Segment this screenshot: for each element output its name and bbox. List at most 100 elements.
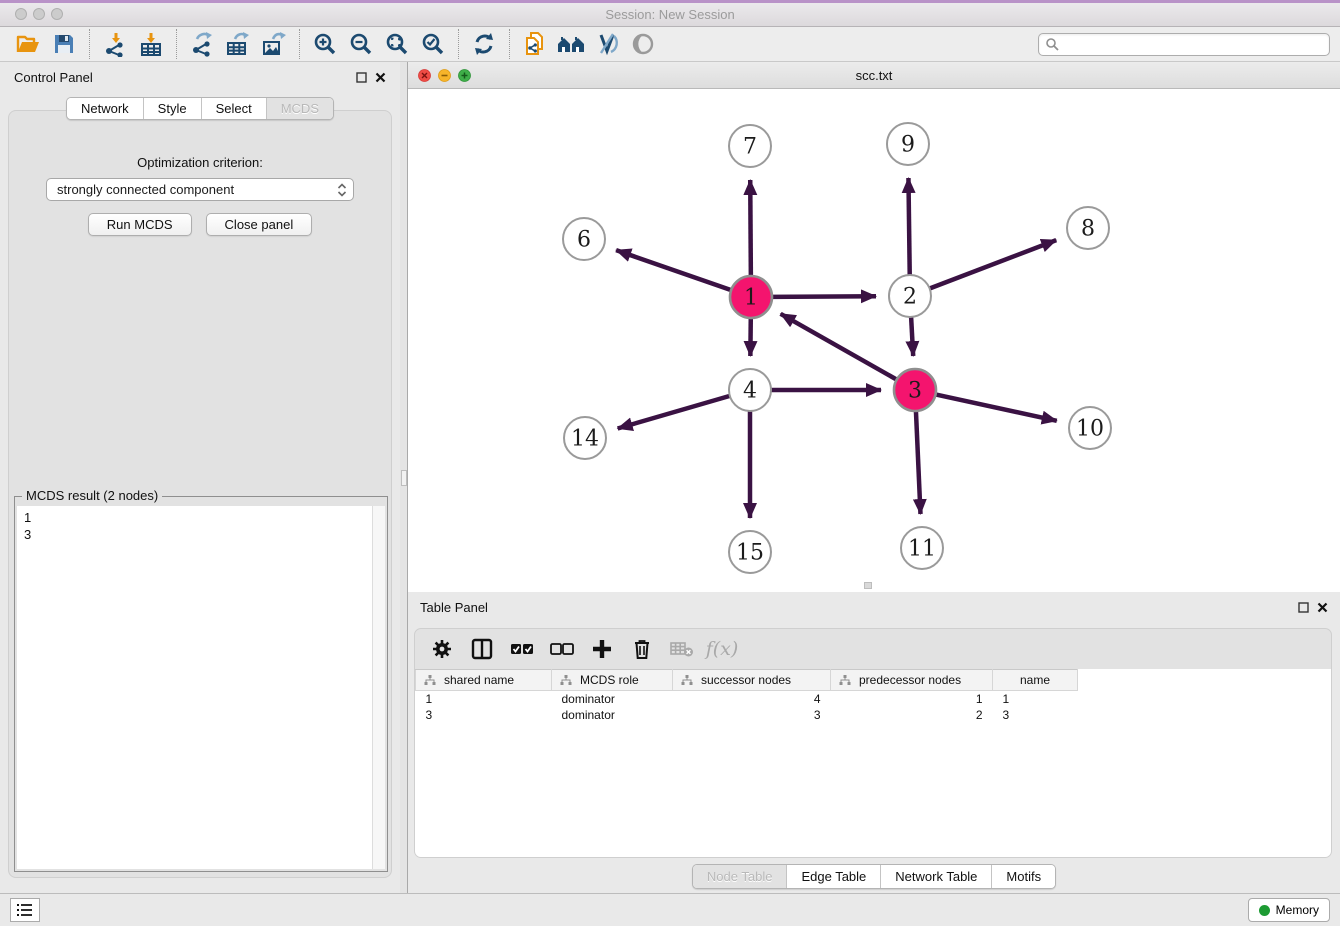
function-builder-button[interactable]: f(x) [707, 634, 737, 664]
clone-network-icon [522, 31, 548, 57]
titlebar-accent-strip [0, 0, 1340, 3]
memory-button[interactable]: Memory [1248, 898, 1330, 922]
edge-2-9[interactable] [908, 178, 909, 275]
toolbar-separator [509, 29, 510, 59]
visibility-icon [630, 31, 656, 57]
column-header-name[interactable]: name [993, 670, 1078, 691]
style-toggle-icon [594, 31, 620, 57]
zoom-in-button[interactable] [307, 29, 343, 59]
tab-network-table[interactable]: Network Table [881, 865, 992, 888]
tab-edge-table[interactable]: Edge Table [787, 865, 881, 888]
mcds-panel: Optimization criterion: strongly connect… [8, 110, 392, 878]
tab-motifs[interactable]: Motifs [992, 865, 1055, 888]
export-table-button[interactable] [220, 29, 256, 59]
table-cell[interactable]: 1 [993, 691, 1078, 707]
tab-mcds[interactable]: MCDS [267, 98, 333, 119]
visibility-button[interactable] [625, 29, 661, 59]
export-image-button[interactable] [256, 29, 292, 59]
table-cell[interactable]: 2 [831, 707, 993, 723]
network-canvas[interactable]: 7968124314101511 [408, 89, 1340, 592]
panel-splitter[interactable] [400, 62, 408, 893]
node-table[interactable]: shared name MCDS role successor nodes prede… [415, 669, 1331, 857]
edge-3-10[interactable] [936, 394, 1057, 420]
column-label: predecessor nodes [859, 673, 961, 687]
table-cell[interactable]: 1 [831, 691, 993, 707]
control-panel: Control Panel Network Style Select MCDS … [0, 62, 400, 893]
table-tabbar: Node Table Edge Table Network Table Moti… [692, 864, 1056, 889]
tab-select[interactable]: Select [202, 98, 267, 119]
edge-1-7[interactable] [750, 180, 751, 276]
table-panel: Table Panel [408, 592, 1340, 893]
column-header-successor-nodes[interactable]: successor nodes [673, 670, 831, 691]
table-row[interactable]: 3dominator323 [416, 707, 1078, 723]
import-network-icon [102, 31, 128, 57]
edge-2-8[interactable] [930, 240, 1057, 288]
network-graph[interactable]: 7968124314101511 [408, 89, 1340, 592]
close-panel-button[interactable]: Close panel [206, 213, 313, 236]
zoom-fit-button[interactable] [379, 29, 415, 59]
canvas-resize-handle[interactable] [864, 582, 872, 589]
edge-4-14[interactable] [618, 396, 730, 429]
select-all-button[interactable] [507, 634, 537, 664]
network-window-titlebar[interactable]: scc.txt [408, 62, 1340, 89]
import-table-button[interactable] [133, 29, 169, 59]
home-button[interactable] [553, 29, 589, 59]
export-network-button[interactable] [184, 29, 220, 59]
table-cell[interactable]: dominator [552, 691, 673, 707]
tab-node-table[interactable]: Node Table [693, 865, 788, 888]
deselect-all-button[interactable] [547, 634, 577, 664]
apply-layout-button[interactable] [466, 29, 502, 59]
table-row[interactable]: 1dominator411 [416, 691, 1078, 707]
node-label-10: 10 [1076, 417, 1104, 442]
edge-3-11[interactable] [916, 411, 921, 514]
table-cell[interactable]: 3 [673, 707, 831, 723]
column-label: MCDS role [580, 673, 639, 687]
export-table-icon [225, 31, 251, 57]
save-session-button[interactable] [46, 29, 82, 59]
close-panel-icon[interactable] [375, 72, 386, 83]
show-columns-button[interactable] [467, 634, 497, 664]
edge-1-2[interactable] [772, 296, 876, 297]
add-column-button[interactable] [587, 634, 617, 664]
clone-network-button[interactable] [517, 29, 553, 59]
edge-1-6[interactable] [616, 250, 731, 290]
search-field[interactable] [1038, 33, 1330, 56]
mcds-result-values: 1 3 [17, 506, 372, 546]
app-titlebar: Session: New Session [0, 0, 1340, 27]
table-cell[interactable]: 3 [416, 707, 552, 723]
edge-3-1[interactable] [781, 314, 897, 380]
status-bar: Memory [0, 893, 1340, 926]
table-cell[interactable]: 4 [673, 691, 831, 707]
splitter-handle[interactable] [401, 470, 407, 486]
open-session-button[interactable] [10, 29, 46, 59]
delete-column-button[interactable] [627, 634, 657, 664]
table-settings-button[interactable] [427, 634, 457, 664]
column-header-shared-name[interactable]: shared name [416, 670, 552, 691]
edge-2-3[interactable] [911, 317, 913, 356]
table-cell[interactable]: 1 [416, 691, 552, 707]
mcds-result-textarea[interactable]: 1 3 [17, 506, 373, 869]
optimization-criterion-select[interactable]: strongly connected component [46, 178, 354, 201]
tab-network[interactable]: Network [67, 98, 144, 119]
search-input[interactable] [1060, 37, 1323, 51]
table-cell[interactable]: 3 [993, 707, 1078, 723]
float-panel-icon[interactable] [356, 72, 367, 83]
run-mcds-button[interactable]: Run MCDS [88, 213, 192, 236]
tab-style[interactable]: Style [144, 98, 202, 119]
zoom-selected-button[interactable] [415, 29, 451, 59]
search-icon [1045, 37, 1060, 52]
style-toggle-button[interactable] [589, 29, 625, 59]
delete-table-button[interactable] [667, 634, 697, 664]
close-table-panel-icon[interactable] [1317, 602, 1328, 613]
node-label-15: 15 [736, 541, 764, 566]
column-header-predecessor-nodes[interactable]: predecessor nodes [831, 670, 993, 691]
home-icon [556, 32, 586, 56]
result-scrollbar[interactable] [373, 506, 385, 869]
column-header-MCDS-role[interactable]: MCDS role [552, 670, 673, 691]
float-table-panel-icon[interactable] [1298, 602, 1309, 613]
table-cell[interactable]: dominator [552, 707, 673, 723]
import-network-button[interactable] [97, 29, 133, 59]
task-history-button[interactable] [10, 898, 40, 922]
zoom-out-button[interactable] [343, 29, 379, 59]
columns-icon [470, 637, 494, 661]
